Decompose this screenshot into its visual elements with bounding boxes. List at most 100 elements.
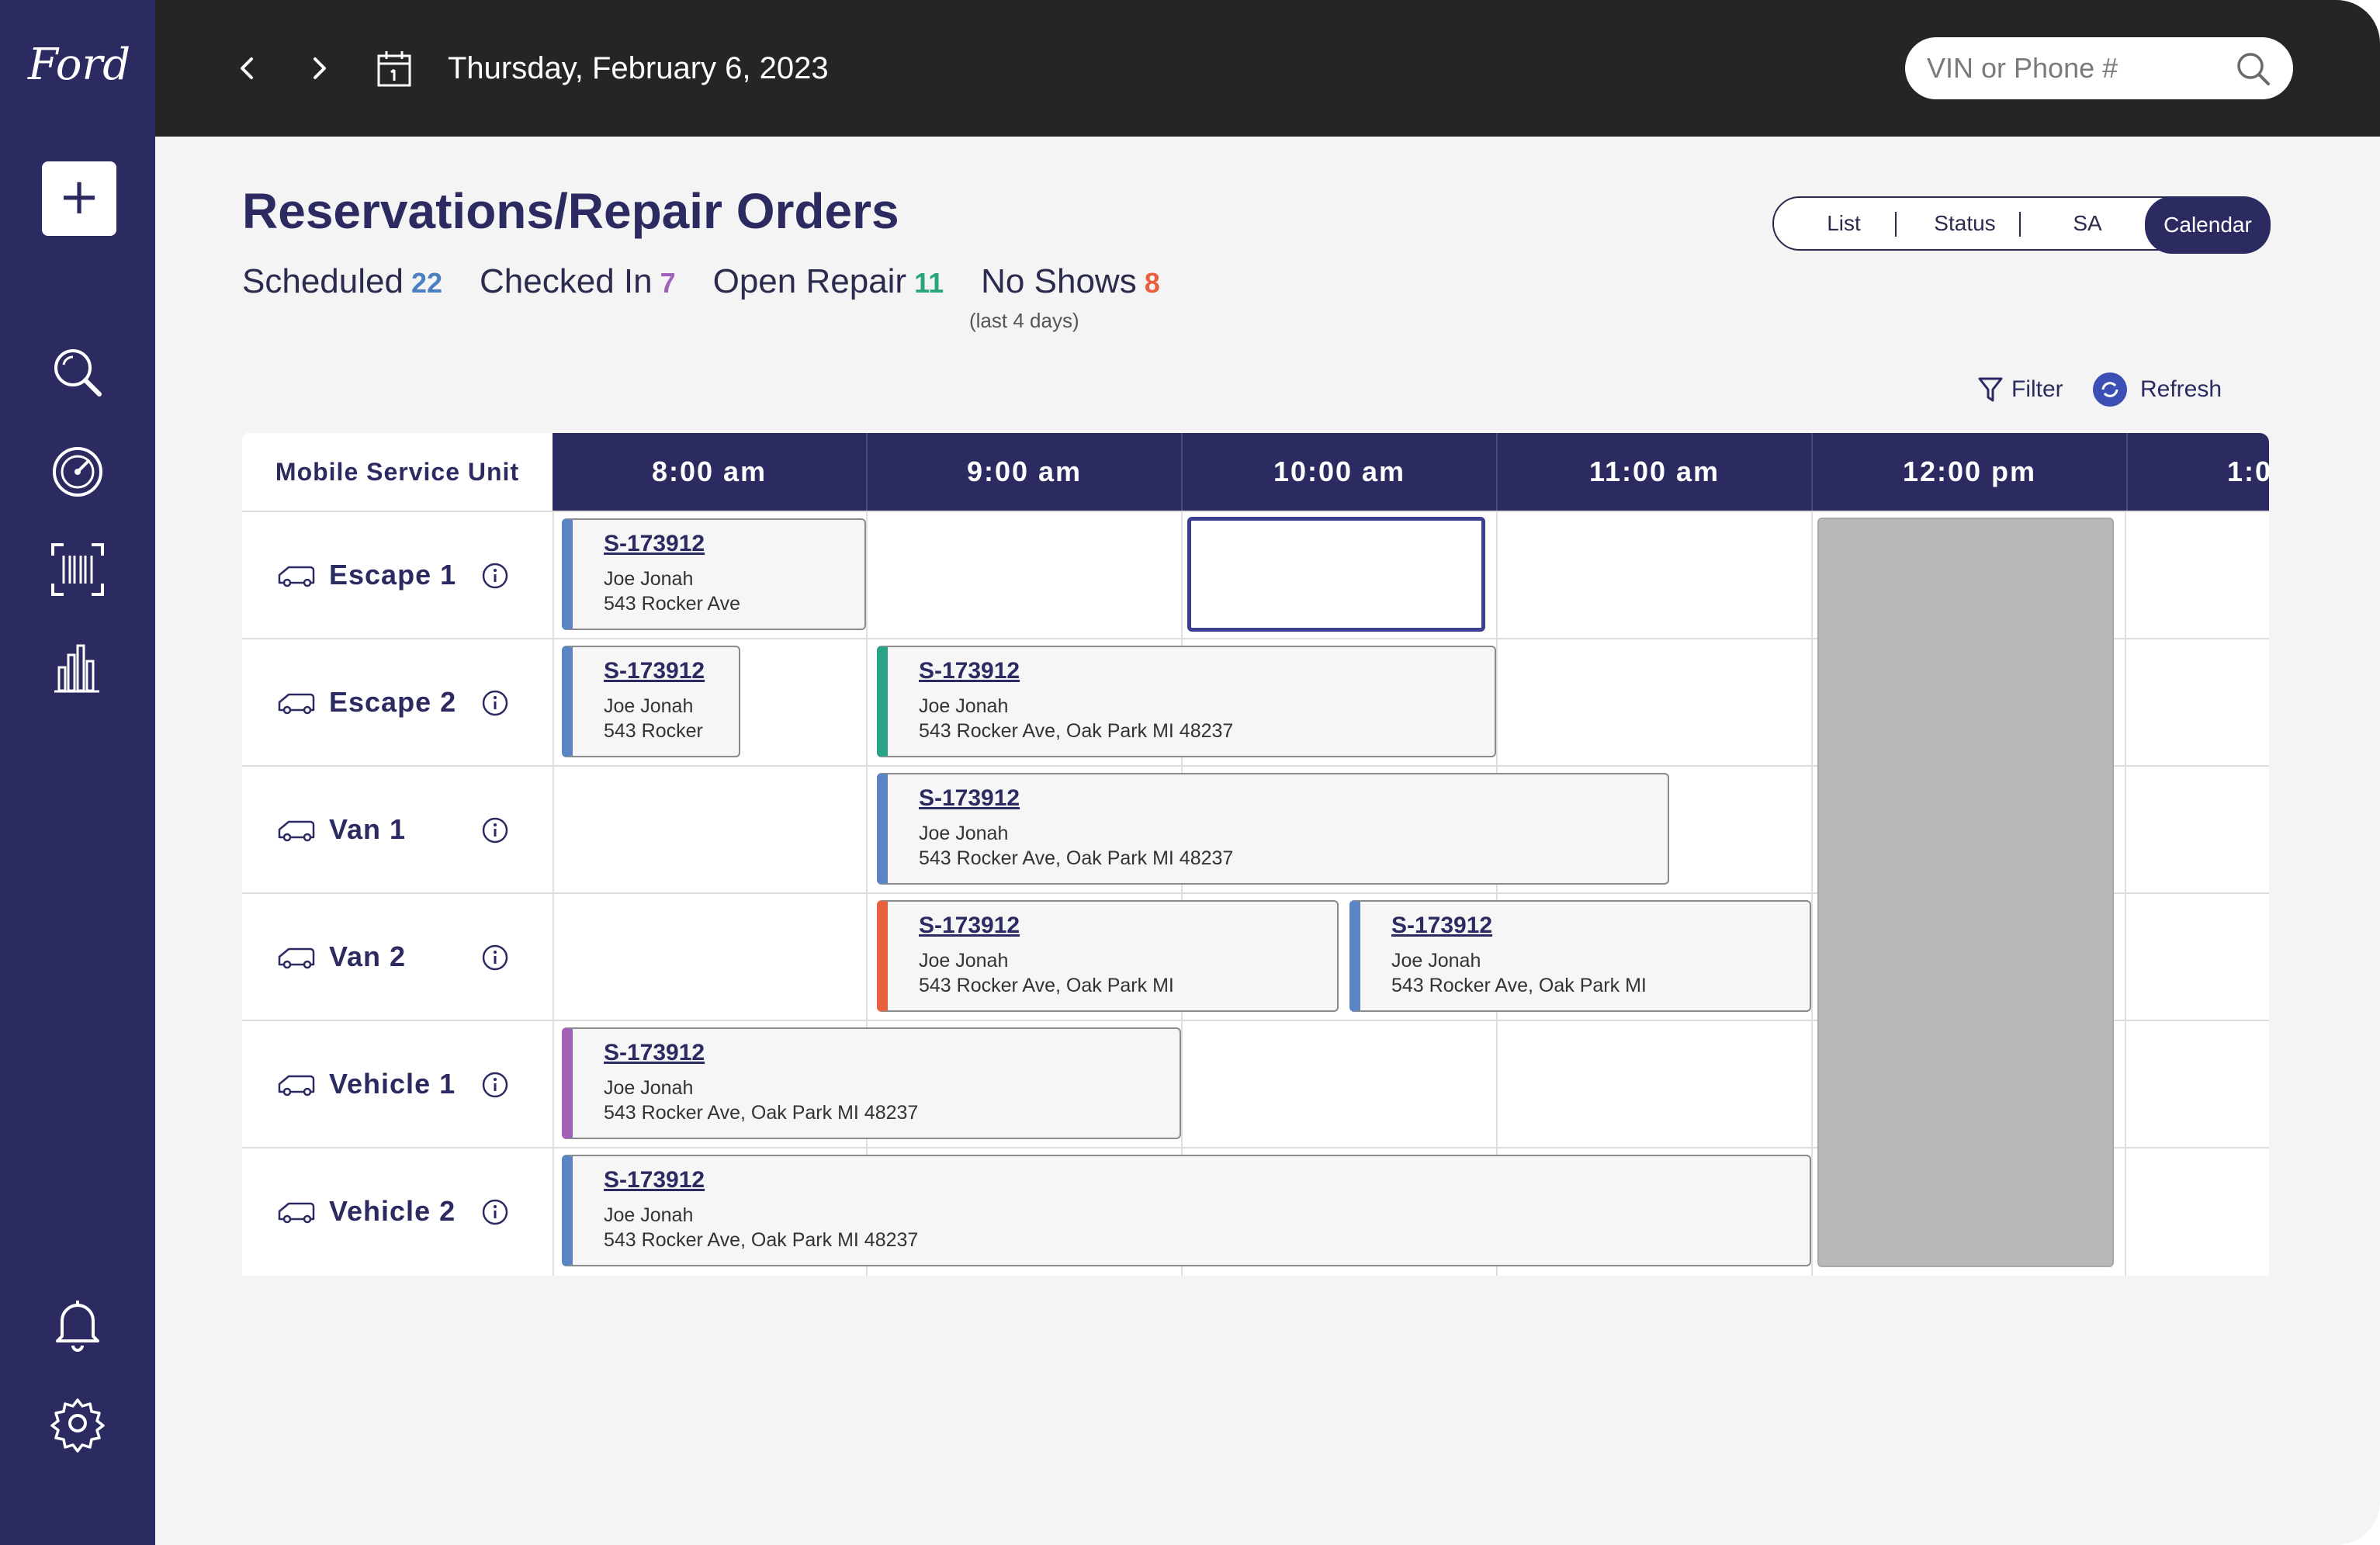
repair-order-link[interactable]: S-173912 <box>919 785 1020 812</box>
info-icon[interactable] <box>481 816 509 844</box>
filter-label: Filter <box>2011 376 2063 402</box>
customer-name: Joe Jonah <box>604 568 694 590</box>
calendar-grid: Mobile Service Unit 8:00 am 9:00 am 10:0… <box>242 433 2269 1276</box>
repair-order-link[interactable]: S-173912 <box>604 531 705 557</box>
customer-address: 543 Rocker Ave, Oak Park MI <box>919 975 1174 996</box>
stat-label: No Shows <box>981 262 1137 300</box>
app-frame: Ford + Thursday, February 6, 2023 VIN or… <box>0 0 2380 1545</box>
appointment-card[interactable]: S-173912 Joe Jonah 543 Rocker Ave, Oak Par… <box>877 900 1339 1012</box>
customer-address: 543 Rocker Ave, Oak Park MI 48237 <box>919 720 1234 742</box>
customer-address: 543 Rocker Ave, Oak Park MI 48237 <box>604 1102 919 1124</box>
appointment-card[interactable]: S-173912 Joe Jonah 543 Rocker Ave <box>562 518 866 630</box>
unit-label[interactable]: Escape 1 <box>242 512 553 638</box>
blocked-time-block <box>1817 518 2114 1267</box>
van-icon <box>278 820 315 842</box>
search-icon[interactable] <box>2234 50 2271 87</box>
filter-button[interactable]: Filter <box>1977 374 2063 405</box>
unit-label[interactable]: Vehicle 1 <box>242 1021 553 1147</box>
stat-scheduled[interactable]: Scheduled 22 <box>242 262 442 301</box>
ford-logo: Ford <box>28 40 131 90</box>
customer-address: 543 Rocker Ave <box>604 593 741 615</box>
filter-icon <box>1978 377 2003 402</box>
appointment-card[interactable]: S-173912 Joe Jonah 543 Rocker <box>562 646 740 757</box>
unit-label[interactable]: Van 2 <box>242 894 553 1020</box>
customer-name: Joe Jonah <box>604 1204 694 1226</box>
stat-label: Scheduled <box>242 262 404 300</box>
unit-label[interactable]: Escape 2 <box>242 639 553 765</box>
time-header: 8:00 am 9:00 am 10:00 am 11:00 am 12:00 … <box>553 433 2269 511</box>
calendar-icon[interactable] <box>372 47 416 90</box>
repair-order-link[interactable]: S-173912 <box>1391 913 1492 939</box>
time-label: 12:00 pm <box>1902 456 2037 487</box>
appointment-card[interactable]: S-173912 Joe Jonah 543 Rocker Ave, Oak Par… <box>1349 900 1811 1012</box>
unit-label[interactable]: Vehicle 2 <box>242 1148 553 1274</box>
appointment-card[interactable]: S-173912 Joe Jonah 543 Rocker Ave, Oak Par… <box>562 1027 1181 1139</box>
unit-name: Vehicle 1 <box>329 1068 456 1100</box>
search-icon[interactable] <box>47 341 109 404</box>
stat-label: Open Repair <box>712 262 907 300</box>
appointment-card[interactable]: S-173912 Joe Jonah 543 Rocker Ave, Oak Par… <box>877 773 1670 885</box>
search-box[interactable] <box>1905 37 2293 99</box>
unit-name: Vehicle 2 <box>329 1195 456 1227</box>
unit-column-header: Mobile Service Unit <box>242 433 553 511</box>
stat-label: Checked In <box>480 262 653 300</box>
unit-name: Escape 1 <box>329 559 457 591</box>
view-toggle: List Status SA Calendar <box>1772 196 2271 254</box>
stat-no-shows[interactable]: No Shows 8 <box>981 262 1160 301</box>
customer-address: 543 Rocker Ave, Oak Park MI 48237 <box>604 1229 919 1251</box>
search-input[interactable] <box>1927 48 2229 88</box>
customer-name: Joe Jonah <box>919 950 1009 972</box>
bell-icon[interactable] <box>47 1293 109 1355</box>
chevron-left-icon[interactable] <box>225 47 268 90</box>
van-icon <box>278 947 315 969</box>
stat-count: 11 <box>914 267 944 299</box>
current-date: Thursday, February 6, 2023 <box>448 51 829 85</box>
page-title: Reservations/Repair Orders <box>242 183 899 239</box>
view-option-status[interactable]: Status <box>1911 198 2019 249</box>
unit-name: Van 2 <box>329 941 407 972</box>
no-show-note: (last 4 days) <box>969 309 1079 332</box>
van-icon <box>278 566 315 587</box>
appointment-card[interactable]: S-173912 Joe Jonah 543 Rocker Ave, Oak Par… <box>877 646 1496 757</box>
refresh-icon <box>2093 372 2127 407</box>
customer-address: 543 Rocker <box>604 720 703 742</box>
customer-name: Joe Jonah <box>919 695 1009 717</box>
refresh-button[interactable]: Refresh <box>2092 371 2222 408</box>
repair-order-link[interactable]: S-173912 <box>604 658 705 684</box>
unit-name: Van 1 <box>329 813 407 845</box>
view-option-list[interactable]: List <box>1789 198 1898 249</box>
stat-checked-in[interactable]: Checked In 7 <box>480 262 676 301</box>
barcode-scan-icon[interactable] <box>47 539 109 601</box>
info-icon[interactable] <box>481 1198 509 1226</box>
repair-order-link[interactable]: S-173912 <box>919 658 1020 684</box>
status-counts: Scheduled 22 Checked In 7 Open Repair 11 No… <box>242 262 1160 309</box>
van-icon <box>278 1202 315 1224</box>
time-label: 8:00 am <box>651 456 767 487</box>
info-icon[interactable] <box>481 944 509 972</box>
customer-name: Joe Jonah <box>604 1077 694 1099</box>
dashboard-gauge-icon[interactable] <box>47 441 109 503</box>
gear-icon[interactable] <box>47 1392 109 1454</box>
stat-count: 8 <box>1144 267 1160 299</box>
time-label: 9:00 am <box>966 456 1083 487</box>
repair-order-link[interactable]: S-173912 <box>604 1040 705 1066</box>
selected-time-slot[interactable] <box>1187 517 1485 632</box>
add-button[interactable]: + <box>42 161 116 236</box>
toggle-divider <box>1895 212 1897 237</box>
view-option-sa[interactable]: SA <box>2035 198 2140 249</box>
view-option-calendar[interactable]: Calendar <box>2145 196 2271 254</box>
sidebar: Ford + <box>0 0 155 1545</box>
customer-name: Joe Jonah <box>919 823 1009 844</box>
chevron-right-icon[interactable] <box>298 47 341 90</box>
unit-label[interactable]: Van 1 <box>242 767 553 892</box>
stat-open-repair[interactable]: Open Repair 11 <box>713 262 944 301</box>
bar-chart-icon[interactable] <box>47 636 109 698</box>
repair-order-link[interactable]: S-173912 <box>604 1167 705 1193</box>
repair-order-link[interactable]: S-173912 <box>919 913 1020 939</box>
top-bar: Thursday, February 6, 2023 <box>155 0 2380 137</box>
customer-address: 543 Rocker Ave, Oak Park MI 48237 <box>919 847 1234 869</box>
info-icon[interactable] <box>481 1071 509 1099</box>
info-icon[interactable] <box>481 562 509 590</box>
info-icon[interactable] <box>481 689 509 717</box>
appointment-card[interactable]: S-173912 Joe Jonah 543 Rocker Ave, Oak Par… <box>562 1155 1811 1266</box>
